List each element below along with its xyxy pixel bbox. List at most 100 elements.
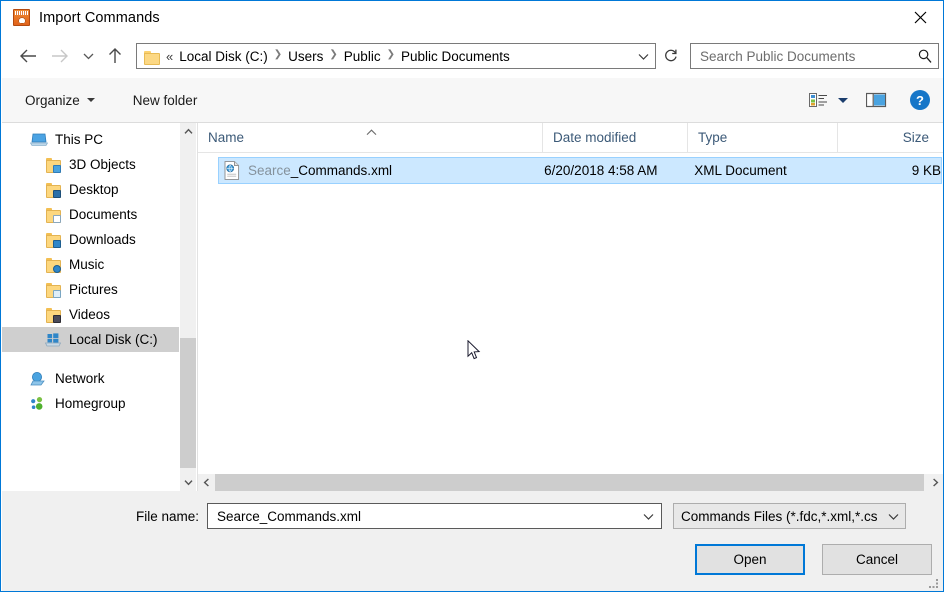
view-options-chevron-icon[interactable] <box>831 87 855 113</box>
file-list-pane: Name Date modified Type Size Searce_Comm… <box>197 122 943 491</box>
scrollbar-thumb[interactable] <box>215 474 924 491</box>
sidebar-item-label: Music <box>69 257 105 272</box>
file-name-prefix: Searce <box>248 163 291 178</box>
import-commands-dialog: Import Commands « Local Disk (C:) ❯ User… <box>0 0 944 592</box>
file-date-cell: 6/20/2018 4:58 AM <box>544 163 658 178</box>
help-icon[interactable]: ? <box>897 89 943 111</box>
network-icon <box>30 371 48 387</box>
search-input[interactable] <box>698 47 912 65</box>
sidebar-item-3d-objects[interactable]: 3D Objects <box>2 152 196 177</box>
navigation-pane: This PC 3D Objects Desktop Documents Dow… <box>2 123 196 491</box>
sidebar-item-label: Videos <box>69 307 111 322</box>
back-arrow-icon[interactable] <box>12 41 44 71</box>
drive-windows-icon <box>44 332 62 348</box>
cancel-button[interactable]: Cancel <box>822 544 932 575</box>
new-folder-label: New folder <box>132 92 198 108</box>
file-name-combo[interactable] <box>207 503 662 529</box>
preview-pane-icon[interactable] <box>855 92 897 109</box>
scroll-right-icon[interactable] <box>927 474 943 491</box>
folder-pictures-icon <box>44 282 62 298</box>
column-header-label: Size <box>902 130 929 145</box>
sort-ascending-icon <box>366 123 377 135</box>
breadcrumb-separator[interactable]: ❯ <box>387 50 395 60</box>
recent-locations-chevron-icon[interactable] <box>76 41 100 71</box>
sidebar-item-documents[interactable]: Documents <box>2 202 196 227</box>
svg-text:?: ? <box>916 93 924 108</box>
folder-videos-icon <box>44 307 62 323</box>
sidebar-item-local-disk-c[interactable]: Local Disk (C:) <box>2 327 196 352</box>
sidebar-item-label: Desktop <box>69 182 119 197</box>
chevron-down-icon[interactable] <box>631 44 655 68</box>
sidebar-item-desktop[interactable]: Desktop <box>2 177 196 202</box>
cancel-button-label: Cancel <box>855 552 899 567</box>
sidebar-item-label: Homegroup <box>55 396 126 411</box>
table-row[interactable]: Searce_Commands.xml 6/20/2018 4:58 AM XM… <box>218 157 942 184</box>
breadcrumb-separator[interactable]: ❯ <box>274 50 282 60</box>
sidebar-item-homegroup[interactable]: Homegroup <box>2 391 196 416</box>
refresh-icon[interactable] <box>658 43 684 69</box>
chevron-down-icon[interactable] <box>881 512 905 521</box>
sidebar-item-label: Local Disk (C:) <box>69 332 158 347</box>
column-header-label: Type <box>698 130 728 145</box>
file-type-filter-combo[interactable]: Commands Files (*.fdc,*.xml,*.cs <box>673 503 906 529</box>
scroll-down-icon[interactable] <box>180 474 196 491</box>
organize-button[interactable]: Organize <box>17 86 103 114</box>
scroll-up-icon[interactable] <box>180 123 196 140</box>
breadcrumb-overflow[interactable]: « <box>166 49 173 64</box>
column-header-date-modified[interactable]: Date modified <box>543 122 688 153</box>
close-icon[interactable] <box>897 1 943 33</box>
sidebar-item-videos[interactable]: Videos <box>2 302 196 327</box>
folder-desktop-icon <box>44 182 62 198</box>
command-bar-right: ? <box>805 87 943 113</box>
xml-document-icon <box>224 161 240 180</box>
scrollbar-thumb[interactable] <box>180 338 196 468</box>
sidebar-item-network[interactable]: Network <box>2 366 196 391</box>
column-header-type[interactable]: Type <box>688 122 838 153</box>
sidebar-item-label: Pictures <box>69 282 118 297</box>
forward-arrow-icon <box>44 41 76 71</box>
open-button[interactable]: Open <box>695 544 805 575</box>
file-list-horizontal-scrollbar[interactable] <box>198 474 943 491</box>
up-arrow-icon[interactable] <box>100 41 130 71</box>
sidebar-item-label: Documents <box>69 207 138 222</box>
search-box[interactable] <box>690 43 939 69</box>
folder-music-icon <box>44 257 62 273</box>
sidebar-item-label: Network <box>55 371 105 386</box>
address-bar[interactable]: « Local Disk (C:) ❯ Users ❯ Public ❯ Pub… <box>136 43 656 69</box>
folder-icon <box>144 50 160 65</box>
file-size-cell: 9 KB <box>911 163 941 178</box>
file-name-cell: Searce_Commands.xml <box>248 163 544 178</box>
computer-icon <box>29 132 49 148</box>
new-folder-button[interactable]: New folder <box>125 86 206 114</box>
column-header-label: Date modified <box>553 130 637 145</box>
breadcrumb: « Local Disk (C:) ❯ Users ❯ Public ❯ Pub… <box>164 49 631 64</box>
resize-grip[interactable] <box>928 577 940 589</box>
sidebar-item-pictures[interactable]: Pictures <box>2 277 196 302</box>
file-name-rest: _Commands.xml <box>290 163 393 178</box>
open-button-label: Open <box>733 552 767 567</box>
chevron-down-icon <box>86 98 95 102</box>
breadcrumb-item-2[interactable]: Public <box>343 49 382 64</box>
folder-documents-icon <box>44 207 62 223</box>
dialog-button-row: Open Cancel <box>695 544 932 575</box>
breadcrumb-separator[interactable]: ❯ <box>329 50 337 60</box>
column-header-size[interactable]: Size <box>838 123 943 153</box>
chevron-down-icon[interactable] <box>635 512 661 521</box>
search-icon[interactable] <box>912 48 938 64</box>
view-options-icon[interactable] <box>805 87 831 113</box>
column-header-row: Name Date modified Type Size <box>198 122 943 153</box>
scroll-left-icon[interactable] <box>198 474 215 491</box>
breadcrumb-item-3[interactable]: Public Documents <box>400 49 511 64</box>
sidebar-item-label: This PC <box>55 132 104 147</box>
sidebar-item-music[interactable]: Music <box>2 252 196 277</box>
navigation-pane-scrollbar[interactable] <box>179 123 196 491</box>
sidebar-item-label: 3D Objects <box>69 157 136 172</box>
organize-label: Organize <box>25 92 80 108</box>
breadcrumb-item-0[interactable]: Local Disk (C:) <box>178 49 269 64</box>
file-type-cell: XML Document <box>694 163 787 178</box>
sidebar-item-downloads[interactable]: Downloads <box>2 227 196 252</box>
folder-3d-icon <box>44 157 62 173</box>
breadcrumb-item-1[interactable]: Users <box>287 49 324 64</box>
sidebar-item-this-pc[interactable]: This PC <box>2 127 196 152</box>
file-name-input[interactable] <box>215 507 635 525</box>
